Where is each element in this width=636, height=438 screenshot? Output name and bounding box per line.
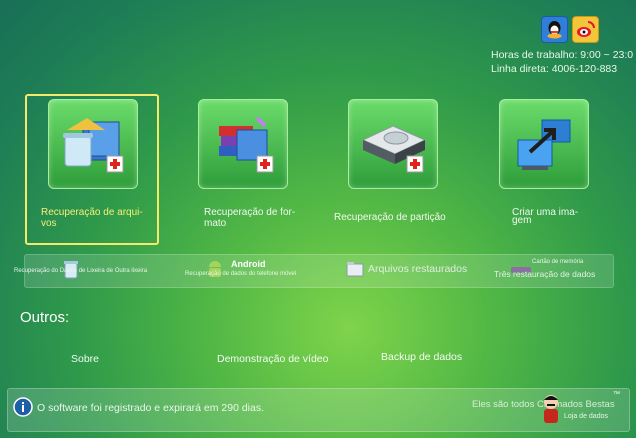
hotline: Linha direta: 4006-120-883 bbox=[491, 63, 618, 75]
hard-drive-icon bbox=[361, 125, 427, 173]
partition-recovery-card[interactable] bbox=[348, 99, 438, 189]
card-label-2b[interactable]: mato bbox=[204, 218, 226, 229]
working-hours: Horas de trabalho: 9:00 ~ 23:0 bbox=[491, 49, 634, 61]
monitor-arrow-icon bbox=[517, 119, 571, 170]
card-label-1a[interactable]: Recuperação de arqui- bbox=[41, 207, 143, 218]
android-subtitle: Recuperação de dados do telefone móvel bbox=[185, 271, 297, 277]
data-backup-link[interactable]: Backup de dados bbox=[381, 351, 462, 363]
folder-icon bbox=[346, 261, 364, 277]
about-link[interactable]: Sobre bbox=[71, 353, 99, 365]
format-recovery-card[interactable] bbox=[198, 99, 288, 189]
video-demo-link[interactable]: Demonstração de vídeo bbox=[217, 353, 328, 365]
card-label-1b[interactable]: vos bbox=[41, 218, 57, 229]
others-heading: Outros: bbox=[20, 309, 70, 326]
mascot-icon bbox=[538, 392, 564, 426]
trash-recovery-label[interactable]: Recuperação do Dados de Lixeira de Outra… bbox=[14, 268, 147, 274]
memory-card-label[interactable]: Cartão de memória bbox=[532, 259, 583, 265]
file-recovery-card[interactable] bbox=[48, 99, 138, 189]
registration-message: O software foi registrado e expirará em … bbox=[37, 402, 265, 414]
memory-card-subtitle: Três restauração de dados bbox=[494, 269, 596, 279]
card-label-4b[interactable]: gem bbox=[512, 215, 531, 226]
recycle-bin-files-icon bbox=[63, 118, 124, 173]
android-title[interactable]: Android bbox=[231, 259, 266, 269]
qq-icon[interactable] bbox=[541, 16, 568, 43]
trademark-mark: ™ bbox=[613, 391, 620, 398]
create-image-card[interactable] bbox=[499, 99, 589, 189]
stacked-files-icon bbox=[219, 116, 274, 173]
shop-label[interactable]: Loja de dados bbox=[564, 413, 608, 420]
card-label-3[interactable]: Recuperação de partição bbox=[334, 212, 446, 223]
files-restored-label[interactable]: Arquivos restaurados bbox=[368, 263, 467, 275]
card-label-2a[interactable]: Recuperação de for- bbox=[204, 207, 295, 218]
weibo-icon[interactable] bbox=[572, 16, 599, 43]
info-icon bbox=[13, 397, 33, 417]
